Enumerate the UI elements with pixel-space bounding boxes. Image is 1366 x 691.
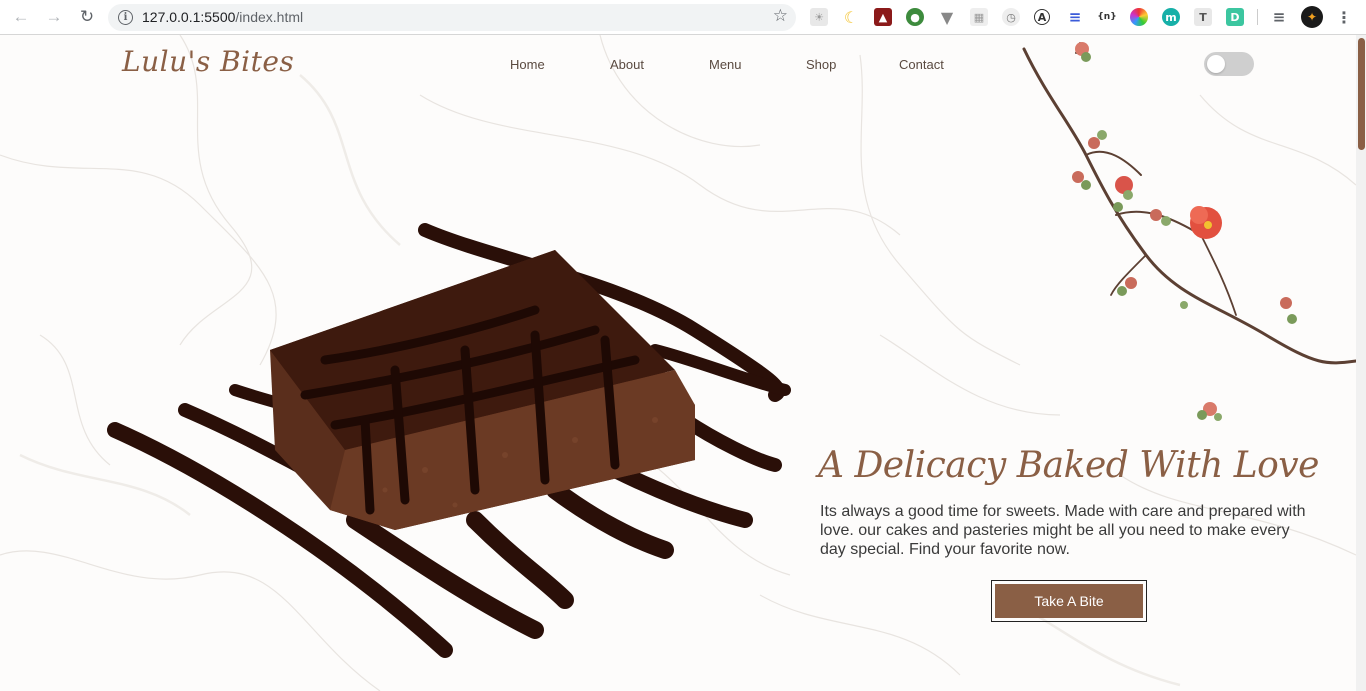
nav-link-shop[interactable]: Shop bbox=[806, 57, 836, 72]
globe-extension-icon[interactable]: ● bbox=[906, 8, 924, 26]
take-a-bite-button[interactable]: Take A Bite bbox=[995, 584, 1143, 618]
page-viewport: Lulu's Bites Home About Menu Shop Contac… bbox=[0, 35, 1356, 691]
acrobat-extension-icon[interactable]: ▲ bbox=[874, 8, 892, 26]
nav-link-home[interactable]: Home bbox=[510, 57, 545, 72]
t-extension-icon[interactable]: T bbox=[1194, 8, 1212, 26]
address-bar[interactable]: i 127.0.0.1:5500/index.html ☆ bbox=[108, 4, 796, 31]
d-extension-icon[interactable]: D bbox=[1226, 8, 1244, 26]
grid-extension-icon[interactable]: ▦ bbox=[970, 8, 988, 26]
cta-frame: Take A Bite bbox=[991, 580, 1147, 622]
profile-avatar-icon[interactable]: ✦ bbox=[1301, 6, 1323, 28]
browser-toolbar: ← → ↻ i 127.0.0.1:5500/index.html ☆ ☀ ☾ … bbox=[0, 0, 1366, 35]
toggle-knob bbox=[1207, 55, 1225, 73]
vuejs-extension-icon[interactable]: ▼ bbox=[938, 8, 956, 27]
reading-list-icon[interactable]: ≡ bbox=[1270, 8, 1288, 26]
reload-icon[interactable]: ↻ bbox=[76, 6, 98, 28]
nav-link-contact[interactable]: Contact bbox=[899, 57, 944, 72]
menu-dots-icon[interactable]: ⋮ bbox=[1335, 8, 1353, 27]
nav-link-about[interactable]: About bbox=[610, 57, 644, 72]
m-extension-icon[interactable]: m bbox=[1162, 8, 1180, 26]
color-wheel-extension-icon[interactable] bbox=[1130, 8, 1148, 26]
lines-extension-icon[interactable]: ≡ bbox=[1066, 8, 1084, 26]
clock-extension-icon[interactable]: ◷ bbox=[1002, 8, 1020, 26]
a-extension-icon[interactable]: A bbox=[1034, 9, 1050, 25]
url-path: /index.html bbox=[235, 9, 304, 25]
site-info-icon[interactable]: i bbox=[118, 10, 133, 25]
hero-tagline: Its always a good time for sweets. Made … bbox=[820, 503, 1306, 558]
flower-branch-image bbox=[1022, 42, 1356, 421]
brownie-image bbox=[107, 223, 791, 658]
scrollbar-thumb[interactable] bbox=[1358, 38, 1365, 150]
url-host: 127.0.0.1:5500 bbox=[142, 9, 236, 25]
moon-extension-icon[interactable]: ☾ bbox=[842, 8, 860, 27]
site-logo[interactable]: Lulu's Bites bbox=[122, 45, 294, 78]
puzzle-extension-icon[interactable]: ☀ bbox=[810, 8, 828, 26]
hero-headline: A Delicacy Baked With Love bbox=[818, 445, 1319, 486]
theme-toggle[interactable] bbox=[1204, 52, 1254, 76]
bookmark-star-icon[interactable]: ☆ bbox=[773, 6, 788, 26]
forward-icon[interactable]: → bbox=[43, 6, 65, 28]
json-extension-icon[interactable]: {n} bbox=[1097, 8, 1116, 26]
back-icon[interactable]: ← bbox=[10, 6, 32, 28]
url-text[interactable]: 127.0.0.1:5500/index.html bbox=[142, 9, 303, 25]
toolbar-separator bbox=[1257, 9, 1258, 25]
nav-link-menu[interactable]: Menu bbox=[709, 57, 742, 72]
